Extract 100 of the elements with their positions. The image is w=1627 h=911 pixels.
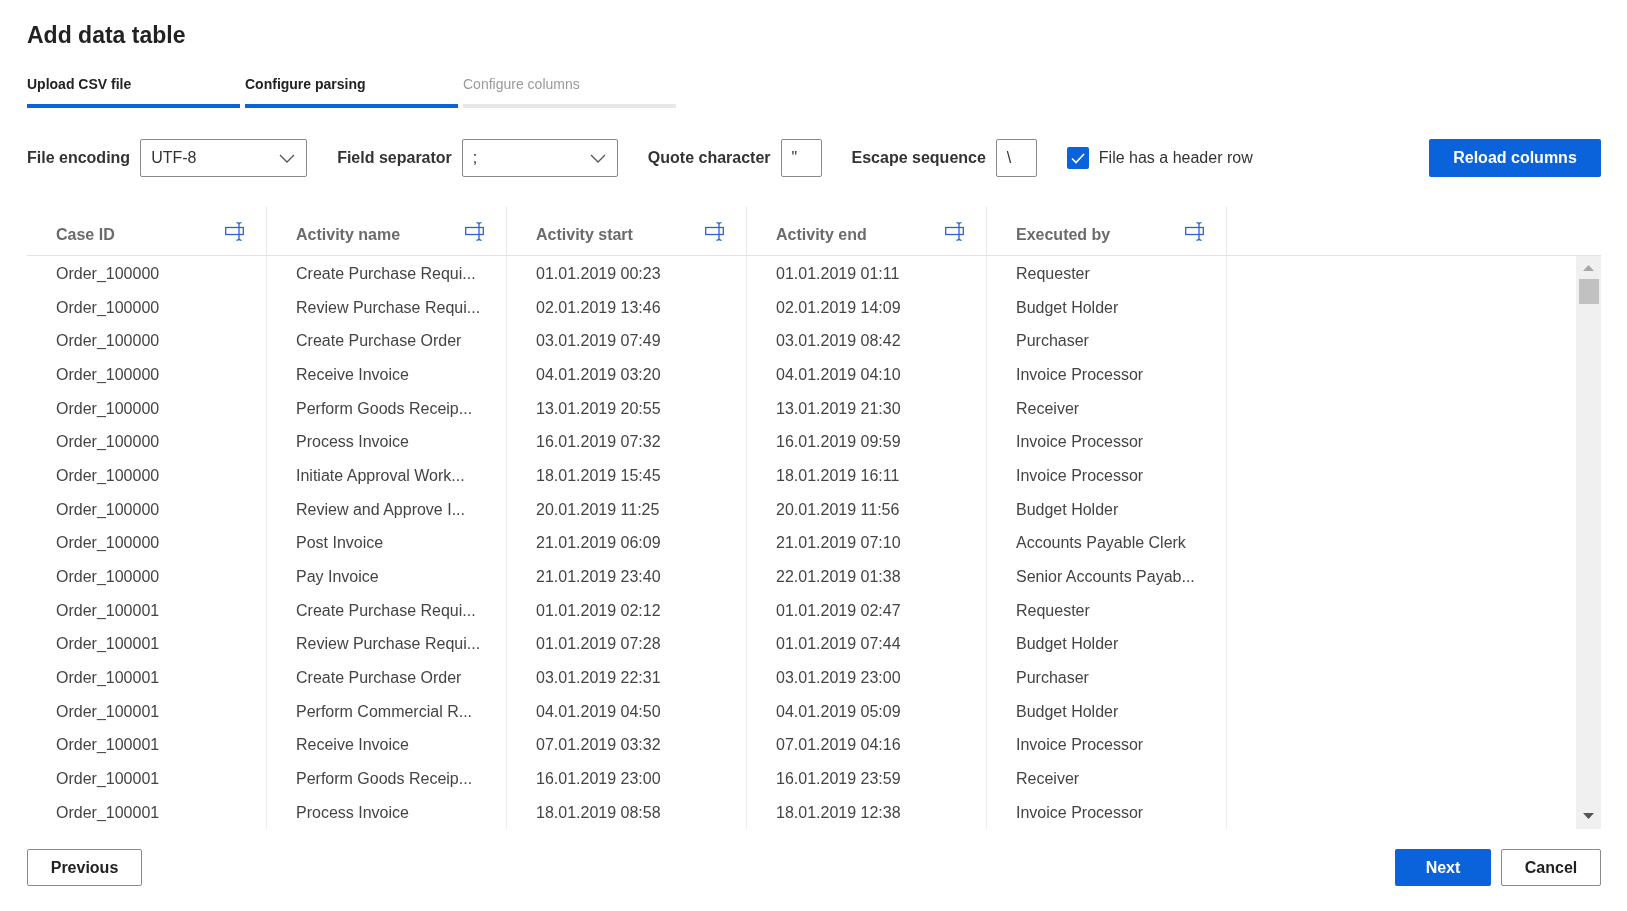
table-cell-text: Order_100001 <box>56 634 160 655</box>
column-header: Activity start <box>536 225 633 245</box>
table-cell-text: Invoice Processor <box>1016 735 1144 756</box>
table-cell-text: Order_100000 <box>56 432 160 453</box>
table-cell-text: 01.01.2019 07:28 <box>536 634 661 655</box>
column-header: Activity name <box>296 225 401 245</box>
table-cell-text: Create Purchase Requi... <box>296 263 476 284</box>
table-cell-text: 03.01.2019 08:42 <box>776 331 901 352</box>
table-cell-text: 21.01.2019 06:09 <box>536 533 661 554</box>
scroll-thumb[interactable] <box>1578 279 1599 304</box>
table-cell-text: Process Invoice <box>296 802 409 823</box>
text-cursor-box-icon[interactable] <box>705 221 725 241</box>
field-label: Quote character <box>647 148 771 168</box>
table-cell-text: 03.01.2019 07:49 <box>536 331 661 352</box>
table-cell-text: 16.01.2019 23:00 <box>536 769 661 790</box>
table-cell-text: 16.01.2019 23:59 <box>776 769 901 790</box>
table-cell-text: Receiver <box>1016 398 1080 419</box>
table-cell-text: Order_100001 <box>56 769 160 790</box>
table-cell-text: Order_100001 <box>56 735 160 756</box>
table-cell-text: 01.01.2019 00:23 <box>536 263 661 284</box>
table-cell-text: 18.01.2019 15:45 <box>536 465 661 486</box>
table-cell-text: Order_100000 <box>56 297 160 318</box>
select-field[interactable]: ; <box>461 139 618 177</box>
checkbox[interactable] <box>1066 147 1089 169</box>
table-cell-text: 01.01.2019 02:12 <box>536 600 661 621</box>
table-cell-text: Requester <box>1016 263 1090 284</box>
table-cell-text: Create Purchase Requi... <box>296 600 476 621</box>
wizard-step-tab[interactable]: Upload CSV file <box>27 74 240 108</box>
text-cursor-box-icon[interactable] <box>225 221 245 241</box>
column-header: Executed by <box>1016 225 1111 245</box>
table-cell-text: Order_100000 <box>56 398 160 419</box>
table-cell-text: Receive Invoice <box>296 364 409 385</box>
table-cell-text: Review Purchase Requi... <box>296 634 481 655</box>
table-cell-text: Requester <box>1016 600 1090 621</box>
table-cell-text: Order_100001 <box>56 668 160 689</box>
scroll-down-arrow-icon[interactable] <box>1583 813 1594 819</box>
table-cell-text: Invoice Processor <box>1016 364 1144 385</box>
table-cell-text: Order_100000 <box>56 499 160 520</box>
table-cell-text: Order_100001 <box>56 701 160 722</box>
text-cursor-box-icon[interactable] <box>1185 221 1205 241</box>
table-cell-text: 04.01.2019 04:50 <box>536 701 661 722</box>
field-label: Escape sequence <box>851 148 986 168</box>
table-cell-text: 01.01.2019 02:47 <box>776 600 901 621</box>
table-cell-text: 02.01.2019 14:09 <box>776 297 901 318</box>
text-cursor-box-icon[interactable] <box>945 221 965 241</box>
table-cell-text: 16.01.2019 09:59 <box>776 432 901 453</box>
table-cell-text: Review Purchase Requi... <box>296 297 481 318</box>
table-cell-text: Invoice Processor <box>1016 465 1144 486</box>
table-cell-text: Create Purchase Order <box>296 331 462 352</box>
table-cell-text: Senior Accounts Payab... <box>1016 567 1195 588</box>
table-cell-text: 01.01.2019 07:44 <box>776 634 901 655</box>
table-cell-text: Budget Holder <box>1016 634 1119 655</box>
table-cell-text: Invoice Processor <box>1016 432 1144 453</box>
table-cell-text: 03.01.2019 23:00 <box>776 668 901 689</box>
table-cell-text: Pay Invoice <box>296 567 379 588</box>
table-cell-text: 13.01.2019 21:30 <box>776 398 901 419</box>
table-cell-text: Order_100001 <box>56 802 160 823</box>
table-cell-text: 18.01.2019 16:11 <box>776 465 900 486</box>
table-cell-text: Budget Holder <box>1016 701 1119 722</box>
table-cell-text: Initiate Approval Work... <box>296 465 465 486</box>
table-cell-text: Budget Holder <box>1016 499 1119 520</box>
field-label: Field separator <box>337 148 452 168</box>
table-cell-text: Order_100000 <box>56 331 160 352</box>
wizard-step-tab[interactable]: Configure parsing <box>245 74 458 108</box>
table-cell-text: Order_100000 <box>56 567 160 588</box>
table-cell-text: Order_100000 <box>56 465 160 486</box>
cancel-button[interactable]: Cancel <box>1501 849 1601 886</box>
table-cell-text: Order_100000 <box>56 533 160 554</box>
column-header: Case ID <box>56 225 115 245</box>
table-cell-text: Receiver <box>1016 769 1080 790</box>
table-cell-text: 07.01.2019 04:16 <box>776 735 901 756</box>
text-cursor-box-icon[interactable] <box>465 221 485 241</box>
table-cell-text: 13.01.2019 20:55 <box>536 398 661 419</box>
table-cell-text: Receive Invoice <box>296 735 409 756</box>
select-field[interactable]: UTF-8 <box>140 139 308 177</box>
table-cell-text: Review and Approve I... <box>296 499 465 520</box>
table-cell-text: Order_100000 <box>56 263 160 284</box>
table-cell-text: 01.01.2019 01:11 <box>776 263 900 284</box>
column-header: Activity end <box>776 225 867 245</box>
table-cell-text: Budget Holder <box>1016 297 1119 318</box>
table-cell-text: Purchaser <box>1016 331 1089 352</box>
table-cell-text: 04.01.2019 04:10 <box>776 364 901 385</box>
reload-columns-button[interactable]: Reload columns <box>1429 139 1601 177</box>
table-cell-text: 18.01.2019 08:58 <box>536 802 661 823</box>
text-input[interactable]: \ <box>995 139 1037 177</box>
table-cell-text: Accounts Payable Clerk <box>1016 533 1186 554</box>
table-cell-text: Order_100001 <box>56 600 160 621</box>
previous-button[interactable]: Previous <box>27 849 142 886</box>
table-cell-text: 22.01.2019 01:38 <box>776 567 901 588</box>
table-cell-text: Post Invoice <box>296 533 384 554</box>
table-cell-text: Perform Goods Receip... <box>296 769 473 790</box>
next-button[interactable]: Next <box>1395 849 1491 886</box>
table-cell-text: 03.01.2019 22:31 <box>536 668 661 689</box>
table-cell-text: 18.01.2019 12:38 <box>776 802 901 823</box>
text-input[interactable]: " <box>780 139 822 177</box>
table-cell-text: 21.01.2019 23:40 <box>536 567 661 588</box>
scrollbar[interactable] <box>1576 256 1601 829</box>
table-cell-text: Create Purchase Order <box>296 668 462 689</box>
table-cell-text: 16.01.2019 07:32 <box>536 432 661 453</box>
checkbox-label: File has a header row <box>1098 148 1253 168</box>
